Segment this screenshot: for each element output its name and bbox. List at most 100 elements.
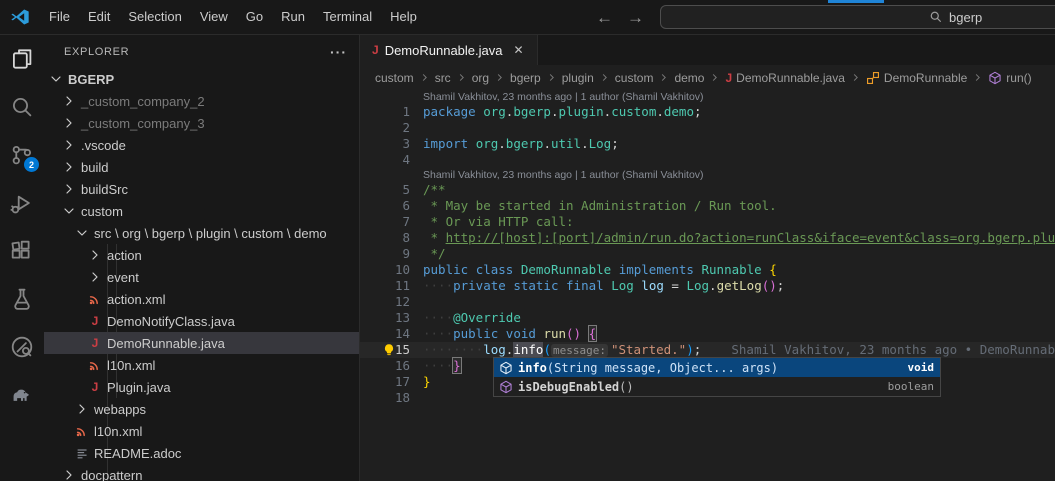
- line-number: 1: [360, 104, 410, 120]
- code-line-content: */: [423, 246, 446, 262]
- activity-run-debug-icon[interactable]: [0, 179, 44, 227]
- line-number: 11: [360, 278, 410, 294]
- forward-arrow-icon[interactable]: →: [627, 8, 644, 28]
- line-number: 13: [360, 310, 410, 326]
- breadcrumb-item-custom[interactable]: custom: [615, 71, 654, 85]
- codelens-annotation[interactable]: Shamil Vakhitov, 23 months ago | 1 autho…: [360, 90, 1055, 104]
- breadcrumb-label: DemoRunnable: [884, 71, 967, 85]
- suggestion-info[interactable]: info(String message, Object... args)void: [494, 358, 940, 377]
- tab-bar: J DemoRunnable.java ✕: [360, 35, 1055, 65]
- menu-help[interactable]: Help: [381, 5, 426, 28]
- activity-explorer-icon[interactable]: [0, 35, 44, 83]
- titlebar: FileEditSelectionViewGoRunTerminalHelp ←…: [0, 0, 1055, 35]
- breadcrumb-label: custom: [375, 71, 414, 85]
- tree-item-demonotifyclass-java[interactable]: JDemoNotifyClass.java: [44, 310, 359, 332]
- activity-extensions-icon[interactable]: [0, 227, 44, 275]
- tree-item-docpattern[interactable]: docpattern: [44, 464, 359, 481]
- tree-item-label: l10n.xml: [107, 358, 155, 373]
- chevron-right-icon: [61, 137, 77, 153]
- code-line-13: 13····@Override: [360, 310, 1055, 326]
- tree-item-action[interactable]: action: [44, 244, 359, 266]
- suggestion-name: isDebugEnabled: [518, 380, 619, 394]
- tree-item-label: _custom_company_2: [81, 94, 205, 109]
- tree-item-readme-adoc[interactable]: README.adoc: [44, 442, 359, 464]
- tree-item-build[interactable]: build: [44, 156, 359, 178]
- menu-go[interactable]: Go: [237, 5, 272, 28]
- intellisense-popup: info(String message, Object... args)void…: [493, 357, 941, 397]
- method-symbol-icon: [498, 379, 514, 395]
- chevron-right-icon: [599, 72, 610, 83]
- chevron-right-icon: [61, 159, 77, 175]
- command-center-text: bgerp: [949, 10, 982, 25]
- back-arrow-icon[interactable]: ←: [596, 8, 613, 28]
- activity-source-control-icon[interactable]: 2: [0, 131, 44, 179]
- tree-item-l10n-xml[interactable]: l10n.xml: [44, 354, 359, 376]
- method-symbol-icon: [988, 71, 1002, 85]
- menu-selection[interactable]: Selection: [119, 5, 190, 28]
- tree-item-label: event: [107, 270, 139, 285]
- tree-item-custom-company-3[interactable]: _custom_company_3: [44, 112, 359, 134]
- tree-item-bgerp[interactable]: BGERP: [44, 68, 359, 90]
- inspect-tool-glyph: [10, 335, 34, 359]
- code-line-4: 4: [360, 152, 1055, 168]
- code-area[interactable]: Shamil Vakhitov, 23 months ago | 1 autho…: [360, 90, 1055, 481]
- breadcrumb-item-demo[interactable]: demo: [674, 71, 704, 85]
- tree-item-buildsrc[interactable]: buildSrc: [44, 178, 359, 200]
- menu-file[interactable]: File: [40, 5, 79, 28]
- more-actions-icon[interactable]: ···: [330, 44, 347, 60]
- tree-item-demorunnable-java[interactable]: JDemoRunnable.java: [44, 332, 359, 354]
- menu-view[interactable]: View: [191, 5, 237, 28]
- breadcrumb-label: run(): [1006, 71, 1031, 85]
- tree-item-l10n-xml[interactable]: l10n.xml: [44, 420, 359, 442]
- lightbulb-icon[interactable]: [382, 343, 396, 357]
- code-line-content: ····public void run() {: [423, 326, 596, 342]
- code-line-content: }: [423, 374, 431, 390]
- tree-item-action-xml[interactable]: action.xml: [44, 288, 359, 310]
- tree-item-label: Plugin.java: [107, 380, 171, 395]
- tree-item-label: _custom_company_3: [81, 116, 205, 131]
- breadcrumb-item-bgerp[interactable]: bgerp: [510, 71, 541, 85]
- chevron-right-icon: [709, 72, 720, 83]
- activity-testing-icon[interactable]: [0, 275, 44, 323]
- tree-item-src-org-bgerp-plugin-custom-demo[interactable]: src \ org \ bgerp \ plugin \ custom \ de…: [44, 222, 359, 244]
- code-line-12: 12: [360, 294, 1055, 310]
- titlebar-accent-strip: [828, 0, 884, 3]
- editor-group: J DemoRunnable.java ✕ custom src org bgerp p…: [360, 35, 1055, 481]
- close-icon[interactable]: ✕: [510, 42, 526, 58]
- tree-item-webapps[interactable]: webapps: [44, 398, 359, 420]
- command-center[interactable]: bgerp: [660, 5, 1055, 29]
- suggestion-signature: (): [619, 380, 633, 394]
- activity-gradle-icon[interactable]: [0, 371, 44, 419]
- activity-inspect-tool-icon[interactable]: [0, 323, 44, 371]
- scm-badge: 2: [24, 157, 39, 172]
- activity-search-icon[interactable]: [0, 83, 44, 131]
- tree-item-event[interactable]: event: [44, 266, 359, 288]
- code-line-7: 7 * Or via HTTP call:: [360, 214, 1055, 230]
- breadcrumb-item-src[interactable]: src: [435, 71, 451, 85]
- breadcrumb-item-demorunnable-java[interactable]: JDemoRunnable.java: [725, 71, 844, 85]
- tree-item-vscode[interactable]: .vscode: [44, 134, 359, 156]
- menu-run[interactable]: Run: [272, 5, 314, 28]
- tab-demorunnable[interactable]: J DemoRunnable.java ✕: [360, 35, 538, 65]
- breadcrumb-item-run[interactable]: run(): [988, 71, 1031, 85]
- suggestion-isdebugenabled[interactable]: isDebugEnabled()boolean: [494, 377, 940, 396]
- breadcrumb-item-plugin[interactable]: plugin: [562, 71, 594, 85]
- chevron-right-icon: [850, 72, 861, 83]
- tree-item-custom-company-2[interactable]: _custom_company_2: [44, 90, 359, 112]
- code-line-6: 6 * May be started in Administration / R…: [360, 198, 1055, 214]
- tree-item-custom[interactable]: custom: [44, 200, 359, 222]
- java-file-icon: J: [87, 379, 103, 395]
- breadcrumb-item-org[interactable]: org: [472, 71, 489, 85]
- xml-file-icon: [87, 357, 103, 373]
- tree-item-plugin-java[interactable]: J Plugin.java: [44, 376, 359, 398]
- chevron-right-icon: [61, 181, 77, 197]
- chevron-right-icon: [61, 93, 77, 109]
- codelens-annotation[interactable]: Shamil Vakhitov, 23 months ago | 1 autho…: [360, 168, 1055, 182]
- menu-edit[interactable]: Edit: [79, 5, 119, 28]
- menu-bar: FileEditSelectionViewGoRunTerminalHelp: [40, 8, 426, 26]
- tab-label: DemoRunnable.java: [385, 43, 503, 58]
- breadcrumb-item-custom[interactable]: custom: [375, 71, 414, 85]
- breadcrumb-item-demorunnable[interactable]: DemoRunnable: [866, 71, 967, 85]
- line-number: 5: [360, 182, 410, 198]
- menu-terminal[interactable]: Terminal: [314, 5, 381, 28]
